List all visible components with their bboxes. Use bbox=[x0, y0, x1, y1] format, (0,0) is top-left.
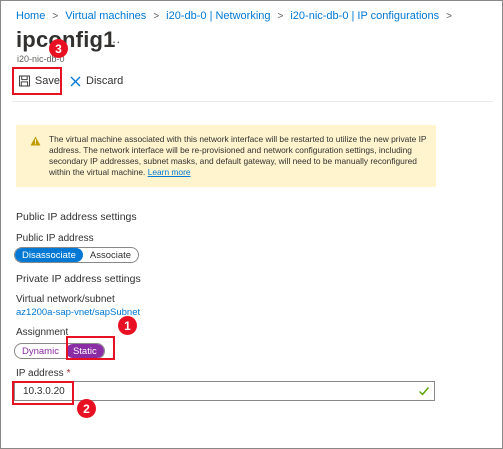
command-bar: Save Discard bbox=[12, 66, 123, 96]
breadcrumb-separator: > bbox=[153, 10, 160, 22]
ip-highlight-box bbox=[12, 381, 74, 405]
step-badge-2: 2 bbox=[77, 399, 96, 418]
breadcrumb: Home > Virtual machines > i20-db-0 | Net… bbox=[16, 8, 459, 24]
save-icon bbox=[19, 75, 30, 87]
public-ip-label: Public IP address bbox=[16, 233, 94, 244]
disassociate-option[interactable]: Disassociate bbox=[15, 248, 83, 262]
vnet-subnet-link[interactable]: az1200a-sap-vnet/sapSubnet bbox=[16, 307, 140, 318]
save-label: Save bbox=[34, 75, 60, 87]
static-highlight-box bbox=[66, 336, 115, 360]
public-ip-toggle: Disassociate Associate bbox=[14, 247, 140, 263]
discard-button[interactable]: Discard bbox=[70, 75, 123, 87]
learn-more-link[interactable]: Learn more bbox=[148, 167, 191, 177]
toolbar-divider bbox=[12, 101, 493, 102]
breadcrumb-vm-networking[interactable]: i20-db-0 | Networking bbox=[166, 10, 270, 22]
warning-text: The virtual machine associated with this… bbox=[49, 134, 427, 177]
warning-icon bbox=[30, 136, 41, 146]
dynamic-option[interactable]: Dynamic bbox=[15, 344, 66, 358]
required-marker: * bbox=[66, 368, 71, 379]
save-button[interactable]: Save bbox=[12, 67, 62, 95]
private-ip-section-title: Private IP address settings bbox=[16, 273, 141, 285]
public-ip-section-title: Public IP address settings bbox=[16, 211, 137, 223]
step-badge-3: 3 bbox=[49, 39, 68, 58]
checkmark-icon bbox=[419, 387, 430, 396]
discard-label: Discard bbox=[86, 75, 124, 87]
warning-banner: The virtual machine associated with this… bbox=[16, 125, 436, 187]
breadcrumb-home[interactable]: Home bbox=[16, 10, 45, 22]
ip-address-label-text: IP address bbox=[16, 368, 64, 379]
breadcrumb-virtual-machines[interactable]: Virtual machines bbox=[65, 10, 146, 22]
more-options-button[interactable]: ... bbox=[108, 32, 121, 46]
breadcrumb-separator: > bbox=[52, 10, 59, 22]
step-badge-1: 1 bbox=[118, 316, 137, 335]
ip-address-label: IP address * bbox=[16, 368, 71, 379]
assignment-label: Assignment bbox=[16, 327, 69, 338]
breadcrumb-nic-ip-configurations[interactable]: i20-nic-db-0 | IP configurations bbox=[290, 10, 439, 22]
breadcrumb-separator: > bbox=[446, 10, 452, 22]
ip-address-input[interactable]: 10.3.0.20 bbox=[14, 381, 435, 401]
associate-option[interactable]: Associate bbox=[83, 248, 138, 262]
vnet-subnet-label: Virtual network/subnet bbox=[16, 294, 115, 305]
breadcrumb-separator: > bbox=[277, 10, 284, 22]
close-icon bbox=[70, 76, 81, 86]
